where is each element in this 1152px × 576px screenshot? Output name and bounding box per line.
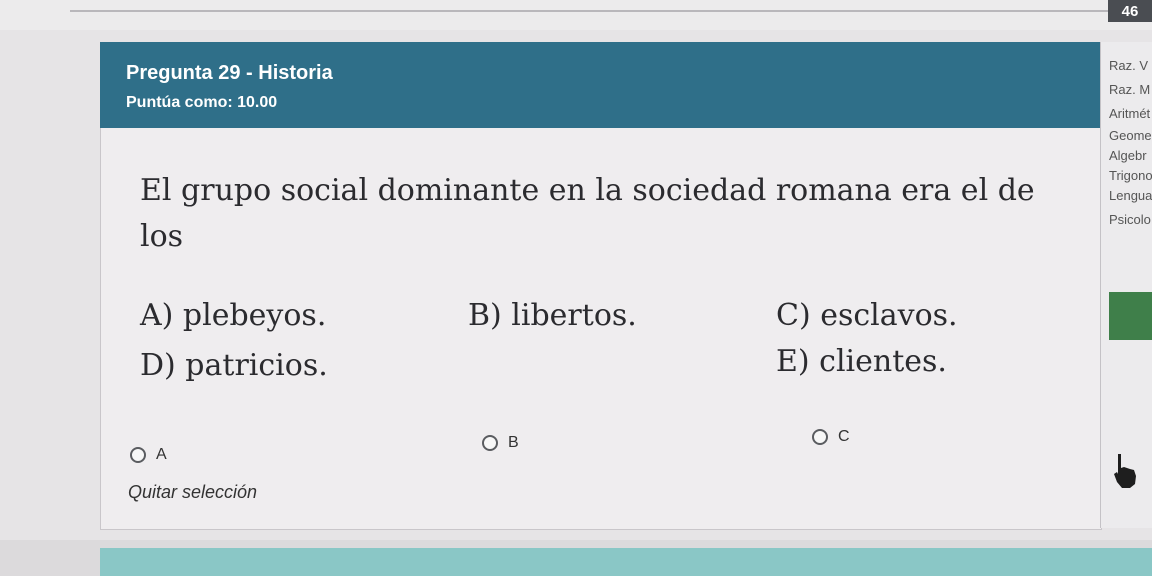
sidebar-item-aritmetica[interactable]: Aritmét [1109,106,1150,121]
sidebar-item-psicologia[interactable]: Psicolo [1109,212,1151,227]
question-header: Pregunta 29 - Historia Puntúa como: 10.0… [100,42,1100,128]
question-title: Pregunta 29 - Historia [126,62,333,84]
bottom-bar [100,548,1152,576]
option-d-text: D) patricios. [140,348,328,383]
answer-a-label: A [156,446,167,463]
question-score: Puntúa como: 10.00 [126,94,278,111]
answer-b-radio[interactable] [482,435,498,451]
sidebar-item-geometria[interactable]: Geome [1109,128,1152,143]
question-text: El grupo social dominante en la sociedad… [140,173,1035,254]
top-divider [70,10,1110,12]
answer-b-label: B [508,434,519,451]
option-a-text: A) plebeyos. [140,298,327,333]
answer-a[interactable]: A [130,446,167,464]
answer-b[interactable]: B [482,434,519,452]
top-bar [0,0,1152,30]
option-c-text: C) esclavos. [776,298,958,333]
clear-selection-link[interactable]: Quitar selección [128,482,257,503]
sidebar-item-raz-v[interactable]: Raz. V [1109,58,1148,73]
page-number-badge: 46 [1108,0,1152,22]
sidebar-item-trigonometria[interactable]: Trigono [1109,168,1152,183]
answer-a-radio[interactable] [130,447,146,463]
sidebar-item-raz-m[interactable]: Raz. M [1109,82,1150,97]
answer-c-label: C [838,428,850,445]
hand-cursor-icon [1114,454,1136,488]
sidebar-item-lenguaje[interactable]: Lengua [1109,188,1152,203]
option-b-text: B) libertos. [468,298,637,333]
sidebar-finish-button[interactable] [1109,292,1152,340]
answer-c[interactable]: C [812,428,850,446]
sidebar-item-algebra[interactable]: Algebr [1109,148,1147,163]
answer-c-radio[interactable] [812,429,828,445]
option-e-text: E) clientes. [776,344,947,379]
